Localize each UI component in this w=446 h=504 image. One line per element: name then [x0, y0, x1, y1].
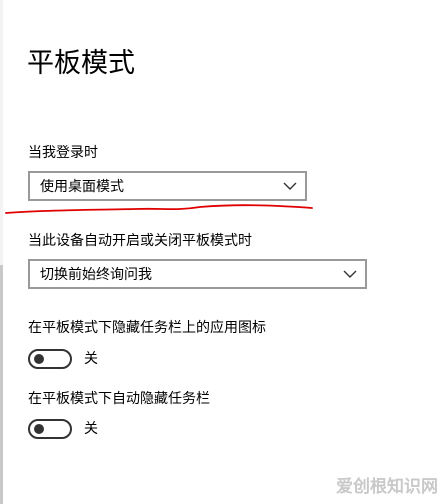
red-underline-annotation — [5, 204, 313, 214]
login-mode-value: 使用桌面模式 — [40, 179, 124, 195]
auto-hide-taskbar-state: 关 — [84, 421, 98, 437]
toggle-knob — [34, 354, 44, 364]
toggle-knob — [34, 424, 44, 434]
hide-icons-label: 在平板模式下隐藏任务栏上的应用图标 — [28, 320, 266, 336]
login-mode-dropdown[interactable]: 使用桌面模式 — [28, 171, 307, 201]
auto-hide-taskbar-row: 关 — [28, 417, 228, 441]
tablet-switch-dropdown[interactable]: 切换前始终询问我 — [28, 259, 367, 289]
chevron-down-icon — [283, 182, 297, 190]
watermark-text: 爱创根知识网 — [336, 477, 438, 497]
scrollbar-thumb[interactable] — [0, 265, 3, 504]
login-mode-label: 当我登录时 — [28, 145, 98, 161]
hide-icons-toggle[interactable] — [28, 349, 72, 369]
hide-icons-state: 关 — [84, 351, 98, 367]
auto-hide-taskbar-label: 在平板模式下自动隐藏任务栏 — [28, 391, 210, 407]
auto-hide-taskbar-toggle[interactable] — [28, 419, 72, 439]
hide-icons-row: 关 — [28, 347, 228, 371]
tablet-switch-label: 当此设备自动开启或关闭平板模式时 — [28, 233, 252, 249]
chevron-down-icon — [343, 270, 357, 278]
tablet-switch-value: 切换前始终询问我 — [40, 267, 152, 283]
page-title: 平板模式 — [27, 48, 135, 79]
